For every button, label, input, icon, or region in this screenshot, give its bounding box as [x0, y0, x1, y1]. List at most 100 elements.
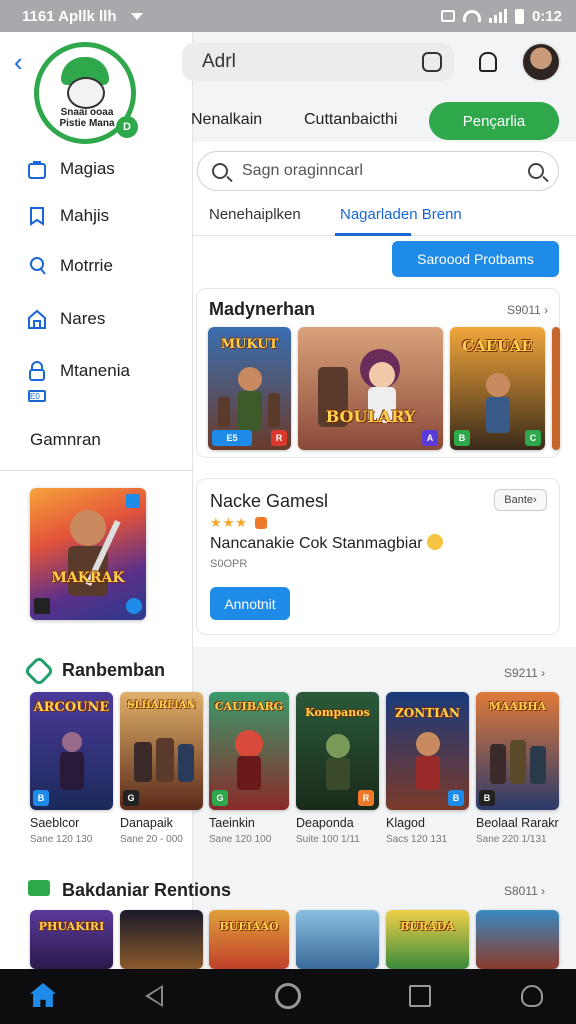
subtab-nenehaiplken[interactable]: Nenehaiplken: [209, 206, 301, 223]
game-tile[interactable]: [476, 910, 559, 969]
game-tile[interactable]: CAUIBARG G: [209, 692, 289, 810]
tab-nenalkain[interactable]: Nenalkain: [191, 111, 262, 129]
game-art: [34, 494, 142, 614]
related-icon: [28, 880, 50, 896]
subtab-nagarladen[interactable]: Nagarladen Brenn: [340, 206, 462, 223]
game-name[interactable]: Danapaik: [120, 816, 173, 830]
status-time: 1161 Apllk llh: [22, 7, 117, 25]
drawer-item-mahjis[interactable]: Mahjis: [26, 205, 109, 227]
game-tile-title: CAEUAE: [462, 337, 533, 355]
drawer-item-nares[interactable]: Nares: [26, 308, 105, 330]
sub-badge: E0: [28, 390, 46, 402]
game-meta: Suite 100 1/11: [296, 834, 360, 845]
game-tile[interactable]: [296, 910, 379, 969]
game-detail-card: Nacke Gamesl ★★★ Nancanakie Cok Stanmagb…: [196, 478, 560, 635]
game-name[interactable]: Deaponda: [296, 816, 354, 830]
game-tile-title: BURADA: [400, 920, 455, 933]
section-title: Madynerhan: [209, 299, 316, 319]
logo-text: Snaai ooaa Pistie Mana: [59, 107, 115, 129]
game-tile-title: ZONTIAN: [394, 706, 460, 720]
drawer-item-label: Magias: [60, 159, 115, 178]
game-tile[interactable]: BURADA: [386, 910, 469, 969]
rating-stars: ★★★: [210, 515, 248, 530]
drawer-item-mtanenia[interactable]: Mtanenia: [26, 360, 130, 382]
game-card-title: Nacke Gamesl: [210, 491, 329, 511]
recents-button[interactable]: [409, 985, 431, 1007]
game-tile-title: PHUAKIRI: [38, 920, 105, 933]
see-all-link[interactable]: S9011 ›: [507, 303, 548, 317]
game-tile[interactable]: Kompanos R: [296, 692, 379, 810]
game-tile-title: BOULARY: [325, 407, 416, 426]
search-icon: [212, 163, 228, 179]
bookmark-icon: [30, 207, 44, 226]
drawer-item-label: Mtanenia: [60, 361, 130, 380]
avatar[interactable]: [521, 42, 561, 82]
game-tile-title: SLHARFIAN: [127, 700, 196, 711]
game-tile[interactable]: [120, 910, 203, 969]
drawer-item-label: Motrrie: [60, 256, 113, 275]
status-clock: 0:12: [531, 7, 562, 25]
drawer-item-motrrie[interactable]: Motrrie: [26, 255, 113, 277]
notifications-button[interactable]: [468, 43, 508, 81]
bag-icon: [28, 161, 46, 179]
game-card-tag-button[interactable]: Bante›: [494, 489, 547, 511]
game-tile-partial[interactable]: [552, 327, 560, 450]
camera-icon[interactable]: [422, 52, 442, 72]
drawer-item-label: Nares: [60, 309, 106, 328]
install-button[interactable]: Annotnit: [210, 587, 290, 620]
lock-icon: [29, 361, 45, 381]
description-text: Nancanakie Cok Stanmagbiar: [210, 535, 423, 552]
game-tile[interactable]: PHUAKIRI: [30, 910, 113, 969]
platform-chip: G: [212, 790, 228, 806]
game-tile[interactable]: ZONTIAN B: [386, 692, 469, 810]
tab-cuttanbaicthi[interactable]: Cuttanbaicthi: [304, 111, 397, 129]
search-field[interactable]: Sagn oraginncarl: [197, 151, 559, 191]
smiley-icon: [426, 534, 443, 550]
tab-pencarlia-active[interactable]: Pençarlia: [429, 102, 559, 140]
game-tile[interactable]: MUKUT E5 R: [208, 327, 291, 450]
game-meta: Sacs 120 131: [386, 834, 448, 845]
system-nav-bar: [0, 969, 576, 1024]
see-all-link[interactable]: S9211 ›: [504, 666, 545, 680]
top-search-bar[interactable]: Adrl: [182, 43, 454, 81]
game-tile[interactable]: CAEUAE B C: [450, 327, 545, 450]
back-nav-button[interactable]: [145, 985, 163, 1007]
game-card-price: S0OPR: [210, 558, 248, 570]
section-title: Bakdaniar Rentions: [62, 880, 232, 900]
game-tile[interactable]: BOULARY A: [298, 327, 443, 450]
platform-chip: B: [454, 430, 470, 446]
platform-chip: B: [448, 790, 464, 806]
back-button[interactable]: ‹: [14, 49, 36, 75]
drawer-games-label[interactable]: Gamnran: [30, 430, 101, 450]
game-tile[interactable]: BUEIAAO: [209, 910, 289, 969]
drawer-item-magias[interactable]: Magias: [26, 158, 115, 180]
game-name[interactable]: Beolaal Rarakr: [476, 816, 559, 830]
game-name[interactable]: Saeblcor: [30, 816, 79, 830]
game-name[interactable]: Klagod: [386, 816, 425, 830]
game-meta: Sane 120 130: [30, 834, 93, 845]
chevron-down-icon: [130, 12, 143, 20]
game-tile[interactable]: MAABHA B: [476, 692, 559, 810]
search-placeholder: Sagn oraginncarl: [242, 162, 363, 179]
see-all-link[interactable]: S8011 ›: [504, 884, 545, 898]
home-circle-button[interactable]: [275, 983, 301, 1009]
game-meta: Sane 20 - 000: [120, 834, 183, 845]
home-button[interactable]: [30, 983, 56, 1009]
battery-icon: [514, 8, 524, 24]
signal-icon: [488, 9, 507, 23]
search-icon[interactable]: [528, 163, 544, 179]
game-name[interactable]: Taeinkin: [209, 816, 255, 830]
game-tile-title: MUKUT: [220, 337, 279, 352]
platform-chip: R: [358, 790, 374, 806]
game-meta: Sane 120 100: [209, 834, 272, 845]
game-tile[interactable]: SLHARFIAN G: [120, 692, 203, 810]
primary-action-button[interactable]: Saroood Protbams: [392, 241, 559, 277]
wifi-icon: [462, 10, 481, 22]
game-tile-title: ARCOUNE: [33, 700, 110, 715]
drawer-game-card[interactable]: MAKRAK: [30, 488, 146, 620]
profile-icon[interactable]: [521, 985, 543, 1007]
bell-icon: [479, 52, 497, 72]
game-tile[interactable]: ARCOUNE B: [30, 692, 113, 810]
game-meta: Sane 220 1/131: [476, 834, 547, 845]
top-search-text: Adrl: [202, 51, 236, 72]
